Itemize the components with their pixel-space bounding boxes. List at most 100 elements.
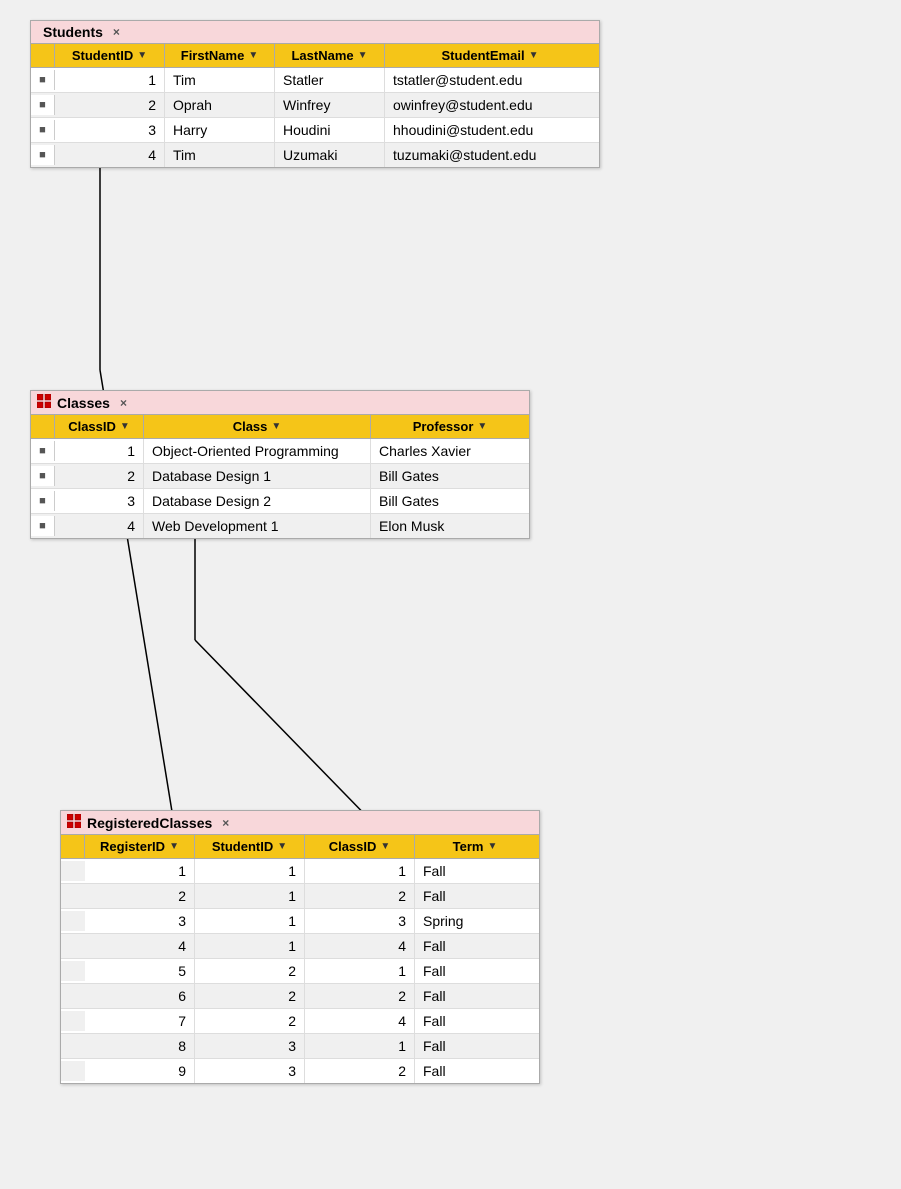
- expand-button[interactable]: [61, 1061, 85, 1081]
- table-row: ■ 1 Tim Statler tstatler@student.edu: [31, 68, 599, 93]
- registerid-dropdown-icon[interactable]: ▼: [169, 841, 179, 852]
- class-name-cell: Database Design 2: [144, 489, 371, 513]
- expand-button[interactable]: ■: [31, 441, 55, 461]
- students-col-email[interactable]: StudentEmail ▼: [385, 44, 595, 67]
- reg-student-id-cell: 1: [195, 934, 305, 958]
- registered-table: RegisteredClasses × RegisterID ▼ Student…: [60, 810, 540, 1084]
- email-dropdown-icon[interactable]: ▼: [529, 50, 539, 61]
- reg-class-id-cell: 2: [305, 884, 415, 908]
- students-col-firstname[interactable]: FirstName ▼: [165, 44, 275, 67]
- table-row: ■ 3 Harry Houdini hhoudini@student.edu: [31, 118, 599, 143]
- classes-close-button[interactable]: ×: [120, 396, 127, 410]
- expand-button[interactable]: [61, 861, 85, 881]
- email-cell: tuzumaki@student.edu: [385, 143, 595, 167]
- lastname-cell: Uzumaki: [275, 143, 385, 167]
- register-id-cell: 6: [85, 984, 195, 1008]
- term-cell: Spring: [415, 909, 535, 933]
- table-row: 9 3 2 Fall: [61, 1059, 539, 1083]
- expand-button[interactable]: [61, 1011, 85, 1031]
- registered-col-cid[interactable]: ClassID ▼: [305, 835, 415, 858]
- classes-col-class[interactable]: Class ▼: [144, 415, 371, 438]
- students-rows: ■ 1 Tim Statler tstatler@student.edu ■ 2…: [31, 68, 599, 167]
- term-cell: Fall: [415, 959, 535, 983]
- classes-col-id[interactable]: ClassID ▼: [55, 415, 144, 438]
- studentid-dropdown-icon[interactable]: ▼: [137, 50, 147, 61]
- table-row: ■ 4 Tim Uzumaki tuzumaki@student.edu: [31, 143, 599, 167]
- register-id-cell: 5: [85, 959, 195, 983]
- classes-col-professor[interactable]: Professor ▼: [371, 415, 529, 438]
- table-row: 6 2 2 Fall: [61, 984, 539, 1009]
- reg-class-id-cell: 2: [305, 984, 415, 1008]
- professor-cell: Charles Xavier: [371, 439, 529, 463]
- class-name-cell: Web Development 1: [144, 514, 371, 538]
- registered-close-button[interactable]: ×: [222, 816, 229, 830]
- reg-student-id-cell: 3: [195, 1059, 305, 1083]
- register-id-cell: 7: [85, 1009, 195, 1033]
- students-title-bar: Students ×: [31, 21, 599, 44]
- expand-button[interactable]: [61, 886, 85, 906]
- firstname-dropdown-icon[interactable]: ▼: [248, 50, 258, 61]
- table-row: ■ 4 Web Development 1 Elon Musk: [31, 514, 529, 538]
- registered-rows: 1 1 1 Fall 2 1 2 Fall 3 1 3 Spring 4 1 4…: [61, 859, 539, 1083]
- firstname-cell: Harry: [165, 118, 275, 142]
- classes-grid-icon: [37, 394, 51, 411]
- expand-button[interactable]: [61, 986, 85, 1006]
- student-id-cell: 4: [55, 143, 165, 167]
- expand-button[interactable]: [61, 936, 85, 956]
- registered-col-term[interactable]: Term ▼: [415, 835, 535, 858]
- email-cell: owinfrey@student.edu: [385, 93, 595, 117]
- students-close-button[interactable]: ×: [113, 25, 120, 39]
- professor-cell: Bill Gates: [371, 464, 529, 488]
- classes-table: Classes × ClassID ▼ Class ▼ Professor ▼ …: [30, 390, 530, 539]
- table-row: 2 1 2 Fall: [61, 884, 539, 909]
- registered-header: RegisterID ▼ StudentID ▼ ClassID ▼ Term …: [61, 835, 539, 859]
- table-row: 7 2 4 Fall: [61, 1009, 539, 1034]
- firstname-cell: Tim: [165, 68, 275, 92]
- registered-col-rid[interactable]: RegisterID ▼: [85, 835, 195, 858]
- term-cell: Fall: [415, 1009, 535, 1033]
- expand-button[interactable]: ■: [31, 466, 55, 486]
- professor-cell: Bill Gates: [371, 489, 529, 513]
- class-id-cell: 3: [55, 489, 144, 513]
- expand-button[interactable]: [61, 1036, 85, 1056]
- reg-studentid-dropdown-icon[interactable]: ▼: [277, 841, 287, 852]
- reg-student-id-cell: 2: [195, 1009, 305, 1033]
- students-header: StudentID ▼ FirstName ▼ LastName ▼ Stude…: [31, 44, 599, 68]
- lastname-cell: Houdini: [275, 118, 385, 142]
- expand-button[interactable]: ■: [31, 120, 55, 140]
- expand-button[interactable]: ■: [31, 145, 55, 165]
- term-dropdown-icon[interactable]: ▼: [487, 841, 497, 852]
- class-dropdown-icon[interactable]: ▼: [271, 421, 281, 432]
- term-cell: Fall: [415, 859, 535, 883]
- students-table-title: Students: [43, 24, 103, 40]
- reg-student-id-cell: 1: [195, 884, 305, 908]
- term-cell: Fall: [415, 1059, 535, 1083]
- reg-class-id-cell: 1: [305, 859, 415, 883]
- reg-class-id-cell: 1: [305, 959, 415, 983]
- term-cell: Fall: [415, 984, 535, 1008]
- students-col-id[interactable]: StudentID ▼: [55, 44, 165, 67]
- reg-student-id-cell: 2: [195, 959, 305, 983]
- expand-button[interactable]: ■: [31, 491, 55, 511]
- expand-button[interactable]: [61, 911, 85, 931]
- class-id-cell: 4: [55, 514, 144, 538]
- table-row: ■ 3 Database Design 2 Bill Gates: [31, 489, 529, 514]
- lastname-cell: Statler: [275, 68, 385, 92]
- register-id-cell: 1: [85, 859, 195, 883]
- classes-header: ClassID ▼ Class ▼ Professor ▼: [31, 415, 529, 439]
- reg-class-id-cell: 4: [305, 934, 415, 958]
- expand-button[interactable]: ■: [31, 70, 55, 90]
- students-col-lastname[interactable]: LastName ▼: [275, 44, 385, 67]
- professor-dropdown-icon[interactable]: ▼: [477, 421, 487, 432]
- student-id-cell: 2: [55, 93, 165, 117]
- lastname-dropdown-icon[interactable]: ▼: [358, 50, 368, 61]
- firstname-cell: Tim: [165, 143, 275, 167]
- classid-dropdown-icon[interactable]: ▼: [120, 421, 130, 432]
- table-row: ■ 2 Oprah Winfrey owinfrey@student.edu: [31, 93, 599, 118]
- reg-classid-dropdown-icon[interactable]: ▼: [380, 841, 390, 852]
- expand-button[interactable]: [61, 961, 85, 981]
- expand-button[interactable]: ■: [31, 516, 55, 536]
- expand-button[interactable]: ■: [31, 95, 55, 115]
- class-id-cell: 2: [55, 464, 144, 488]
- registered-col-sid[interactable]: StudentID ▼: [195, 835, 305, 858]
